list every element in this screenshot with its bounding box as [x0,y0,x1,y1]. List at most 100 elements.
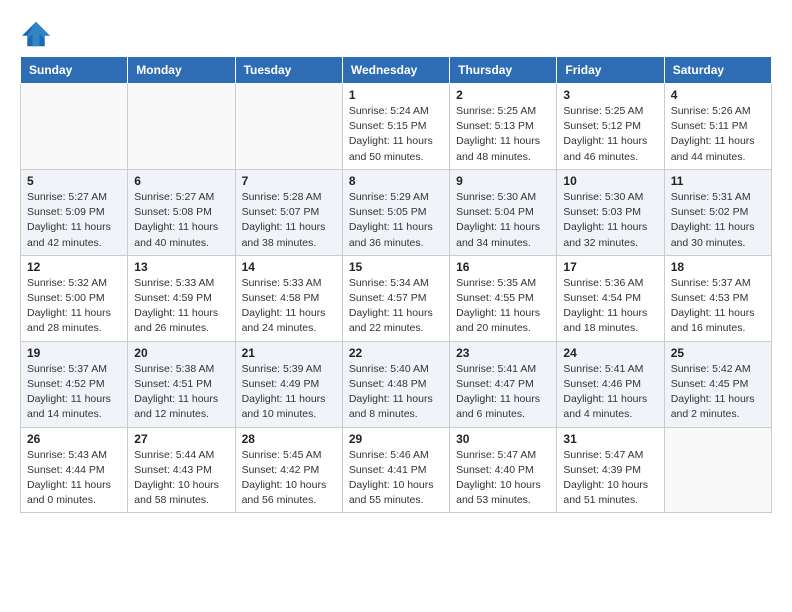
calendar-cell: 25 Sunrise: 5:42 AM Sunset: 4:45 PM Dayli… [664,341,771,427]
day-number: 22 [349,346,443,360]
calendar-cell: 26 Sunrise: 5:43 AM Sunset: 4:44 PM Dayli… [21,427,128,513]
calendar-week-row: 1Sunrise: 5:24 AM Sunset: 5:15 PM Daylig… [21,84,772,170]
day-info: Sunrise: 5:46 AM Sunset: 4:41 PM Dayligh… [349,448,443,509]
day-info: Sunrise: 5:32 AM Sunset: 5:00 PM Dayligh… [27,276,121,337]
calendar-week-row: 26 Sunrise: 5:43 AM Sunset: 4:44 PM Dayli… [21,427,772,513]
day-info: Sunrise: 5:37 AM Sunset: 4:53 PM Dayligh… [671,276,765,337]
calendar-cell: 4 Sunrise: 5:26 AM Sunset: 5:11 PM Daylig… [664,84,771,170]
day-number: 29 [349,432,443,446]
day-number: 7 [242,174,336,188]
day-number: 1 [349,88,443,102]
day-number: 6 [134,174,228,188]
calendar-cell: 23 Sunrise: 5:41 AM Sunset: 4:47 PM Dayli… [450,341,557,427]
day-number: 28 [242,432,336,446]
calendar-cell: 18 Sunrise: 5:37 AM Sunset: 4:53 PM Dayli… [664,255,771,341]
calendar-cell: 21Sunrise: 5:39 AM Sunset: 4:49 PM Dayli… [235,341,342,427]
calendar-cell: 19Sunrise: 5:37 AM Sunset: 4:52 PM Dayli… [21,341,128,427]
weekday-header: Friday [557,57,664,84]
day-info: Sunrise: 5:47 AM Sunset: 4:39 PM Dayligh… [563,448,657,509]
calendar-cell [21,84,128,170]
day-number: 14 [242,260,336,274]
day-info: Sunrise: 5:25 AM Sunset: 5:12 PM Dayligh… [563,104,657,165]
day-number: 26 [27,432,121,446]
day-info: Sunrise: 5:41 AM Sunset: 4:46 PM Dayligh… [563,362,657,423]
logo-icon [20,20,52,48]
calendar-cell: 10 Sunrise: 5:30 AM Sunset: 5:03 PM Dayli… [557,169,664,255]
day-info: Sunrise: 5:38 AM Sunset: 4:51 PM Dayligh… [134,362,228,423]
calendar-cell: 27Sunrise: 5:44 AM Sunset: 4:43 PM Dayli… [128,427,235,513]
calendar-cell [128,84,235,170]
day-number: 5 [27,174,121,188]
calendar-cell: 9 Sunrise: 5:30 AM Sunset: 5:04 PM Daylig… [450,169,557,255]
day-number: 25 [671,346,765,360]
day-number: 13 [134,260,228,274]
day-info: Sunrise: 5:40 AM Sunset: 4:48 PM Dayligh… [349,362,443,423]
day-number: 4 [671,88,765,102]
calendar-cell: 31 Sunrise: 5:47 AM Sunset: 4:39 PM Dayli… [557,427,664,513]
day-info: Sunrise: 5:33 AM Sunset: 4:59 PM Dayligh… [134,276,228,337]
calendar-cell: 3 Sunrise: 5:25 AM Sunset: 5:12 PM Daylig… [557,84,664,170]
day-number: 23 [456,346,550,360]
day-info: Sunrise: 5:43 AM Sunset: 4:44 PM Dayligh… [27,448,121,509]
calendar-cell: 11Sunrise: 5:31 AM Sunset: 5:02 PM Dayli… [664,169,771,255]
day-info: Sunrise: 5:27 AM Sunset: 5:09 PM Dayligh… [27,190,121,251]
day-number: 24 [563,346,657,360]
weekday-header: Saturday [664,57,771,84]
calendar-cell: 6Sunrise: 5:27 AM Sunset: 5:08 PM Daylig… [128,169,235,255]
calendar-cell: 1Sunrise: 5:24 AM Sunset: 5:15 PM Daylig… [342,84,449,170]
calendar-week-row: 19Sunrise: 5:37 AM Sunset: 4:52 PM Dayli… [21,341,772,427]
day-info: Sunrise: 5:42 AM Sunset: 4:45 PM Dayligh… [671,362,765,423]
calendar-table: SundayMondayTuesdayWednesdayThursdayFrid… [20,56,772,513]
day-number: 21 [242,346,336,360]
day-number: 3 [563,88,657,102]
day-number: 8 [349,174,443,188]
calendar-cell: 14 Sunrise: 5:33 AM Sunset: 4:58 PM Dayli… [235,255,342,341]
calendar-cell: 13 Sunrise: 5:33 AM Sunset: 4:59 PM Dayli… [128,255,235,341]
weekday-header: Tuesday [235,57,342,84]
day-number: 18 [671,260,765,274]
calendar-cell: 28 Sunrise: 5:45 AM Sunset: 4:42 PM Dayli… [235,427,342,513]
day-info: Sunrise: 5:41 AM Sunset: 4:47 PM Dayligh… [456,362,550,423]
calendar-cell [664,427,771,513]
calendar-cell: 22 Sunrise: 5:40 AM Sunset: 4:48 PM Dayli… [342,341,449,427]
calendar-cell: 8 Sunrise: 5:29 AM Sunset: 5:05 PM Daylig… [342,169,449,255]
day-info: Sunrise: 5:29 AM Sunset: 5:05 PM Dayligh… [349,190,443,251]
day-info: Sunrise: 5:36 AM Sunset: 4:54 PM Dayligh… [563,276,657,337]
day-info: Sunrise: 5:28 AM Sunset: 5:07 PM Dayligh… [242,190,336,251]
day-number: 20 [134,346,228,360]
day-number: 12 [27,260,121,274]
day-info: Sunrise: 5:37 AM Sunset: 4:52 PM Dayligh… [27,362,121,423]
day-info: Sunrise: 5:26 AM Sunset: 5:11 PM Dayligh… [671,104,765,165]
calendar-cell: 29 Sunrise: 5:46 AM Sunset: 4:41 PM Dayli… [342,427,449,513]
day-number: 30 [456,432,550,446]
weekday-header: Sunday [21,57,128,84]
day-info: Sunrise: 5:30 AM Sunset: 5:04 PM Dayligh… [456,190,550,251]
day-info: Sunrise: 5:34 AM Sunset: 4:57 PM Dayligh… [349,276,443,337]
calendar-cell: 12 Sunrise: 5:32 AM Sunset: 5:00 PM Dayli… [21,255,128,341]
day-info: Sunrise: 5:47 AM Sunset: 4:40 PM Dayligh… [456,448,550,509]
day-number: 15 [349,260,443,274]
day-number: 17 [563,260,657,274]
day-info: Sunrise: 5:25 AM Sunset: 5:13 PM Dayligh… [456,104,550,165]
day-info: Sunrise: 5:45 AM Sunset: 4:42 PM Dayligh… [242,448,336,509]
day-info: Sunrise: 5:31 AM Sunset: 5:02 PM Dayligh… [671,190,765,251]
calendar-cell: 30 Sunrise: 5:47 AM Sunset: 4:40 PM Dayli… [450,427,557,513]
page-header [20,20,772,48]
logo [20,20,56,48]
weekday-header: Thursday [450,57,557,84]
day-number: 10 [563,174,657,188]
calendar-cell [235,84,342,170]
day-number: 27 [134,432,228,446]
day-info: Sunrise: 5:35 AM Sunset: 4:55 PM Dayligh… [456,276,550,337]
calendar-week-row: 5 Sunrise: 5:27 AM Sunset: 5:09 PM Daylig… [21,169,772,255]
calendar-cell: 17 Sunrise: 5:36 AM Sunset: 4:54 PM Dayli… [557,255,664,341]
calendar-week-row: 12 Sunrise: 5:32 AM Sunset: 5:00 PM Dayli… [21,255,772,341]
day-number: 9 [456,174,550,188]
calendar-cell: 5 Sunrise: 5:27 AM Sunset: 5:09 PM Daylig… [21,169,128,255]
calendar-cell: 16Sunrise: 5:35 AM Sunset: 4:55 PM Dayli… [450,255,557,341]
day-number: 31 [563,432,657,446]
day-info: Sunrise: 5:30 AM Sunset: 5:03 PM Dayligh… [563,190,657,251]
calendar-cell: 20 Sunrise: 5:38 AM Sunset: 4:51 PM Dayli… [128,341,235,427]
day-info: Sunrise: 5:33 AM Sunset: 4:58 PM Dayligh… [242,276,336,337]
calendar-cell: 15 Sunrise: 5:34 AM Sunset: 4:57 PM Dayli… [342,255,449,341]
